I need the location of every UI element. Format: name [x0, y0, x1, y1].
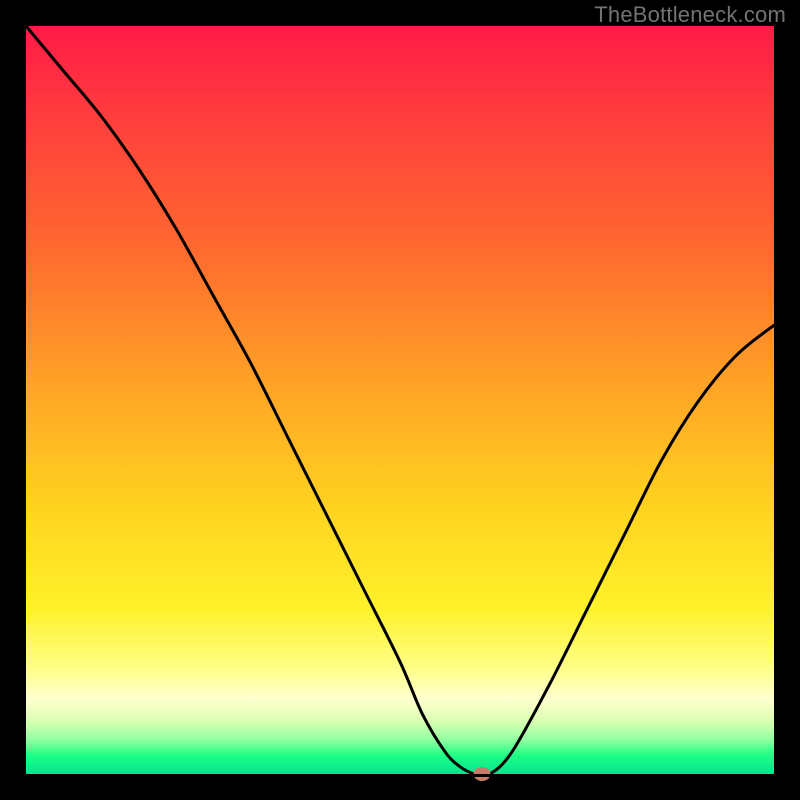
gradient-background: [26, 26, 774, 774]
chart-stage: TheBottleneck.com: [0, 0, 800, 800]
watermark-text: TheBottleneck.com: [594, 2, 786, 28]
plot-area: [23, 23, 777, 777]
